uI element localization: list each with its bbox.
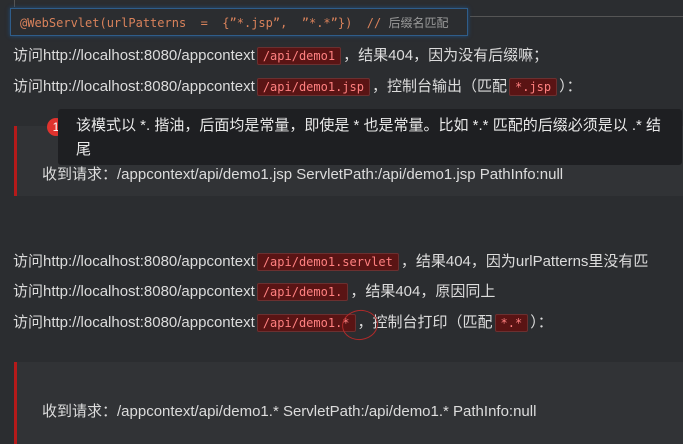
line-text: ，结果404，因为没有后缀嘛； bbox=[343, 47, 549, 64]
quote-text: 收到请求：/appcontext/api/demo1.jsp ServletPa… bbox=[42, 166, 564, 183]
inline-code: /api/demo1. bbox=[256, 283, 349, 301]
line-text: 访问http://localhost:8080/appcontext bbox=[13, 78, 255, 95]
paragraph-line: 访问http://localhost:8080/appcontext/api/d… bbox=[13, 45, 548, 67]
line-text: 访问http://localhost:8080/appcontext bbox=[13, 314, 255, 331]
paragraph-line: 访问http://localhost:8080/appcontext/api/d… bbox=[13, 281, 495, 303]
line-text: ）： bbox=[530, 314, 553, 331]
code-block[interactable]: @WebServlet(urlPatterns = {”*.jsp”, ”*.*… bbox=[10, 8, 468, 36]
line-text: 访问http://localhost:8080/appcontext bbox=[13, 253, 255, 270]
line-text: 访问http://localhost:8080/appcontext bbox=[13, 47, 255, 64]
divider bbox=[470, 16, 683, 17]
inline-code: /api/demo1.* bbox=[256, 314, 356, 332]
inline-code: *.* bbox=[494, 314, 529, 332]
inline-code: *.jsp bbox=[509, 78, 558, 96]
line-text: 访问http://localhost:8080/appcontext bbox=[13, 283, 255, 300]
paragraph-line: 访问http://localhost:8080/appcontext/api/d… bbox=[13, 76, 582, 98]
annotation-tooltip: 该模式以 *. 揩油，后面均是常量，即使是 * 也是常量。比如 *.* 匹配的后… bbox=[58, 109, 682, 165]
divider bbox=[14, 0, 15, 7]
blockquote: 收到请求：/appcontext/api/demo1.* ServletPath… bbox=[14, 362, 683, 444]
code-comment: 后缀名匹配 bbox=[388, 16, 449, 30]
paragraph-line: 访问http://localhost:8080/appcontext/api/d… bbox=[13, 251, 648, 273]
inline-code: /api/demo1 bbox=[256, 47, 342, 65]
inline-code: /api/demo1.jsp bbox=[256, 78, 370, 96]
line-text: ，结果404，原因同上 bbox=[350, 283, 496, 300]
line-text: ）： bbox=[559, 78, 582, 95]
quote-text: 收到请求：/appcontext/api/demo1.* ServletPath… bbox=[42, 403, 537, 420]
inline-code: /api/demo1.servlet bbox=[256, 253, 399, 271]
code-text: @WebServlet(urlPatterns = {”*.jsp”, ”*.*… bbox=[20, 16, 389, 30]
paragraph-line: 访问http://localhost:8080/appcontext/api/d… bbox=[13, 312, 553, 334]
line-text: ，结果404，因为urlPatterns里没有匹 bbox=[400, 253, 649, 270]
line-text: ，控制台输出（匹配 bbox=[371, 78, 507, 95]
